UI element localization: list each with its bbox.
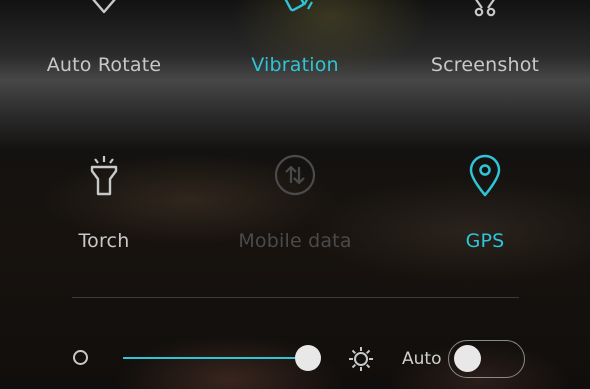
screenshot-label: Screenshot: [430, 54, 540, 76]
vibration-icon: [273, 0, 317, 26]
torch-icon: [82, 153, 126, 201]
toggle-knob: [454, 345, 481, 372]
auto-rotate-label: Auto Rotate: [46, 54, 162, 76]
auto-rotate-icon: [82, 0, 126, 26]
brightness-high-icon: [347, 345, 375, 377]
brightness-slider-fill: [123, 357, 309, 359]
torch-label: Torch: [78, 230, 130, 252]
screenshot-icon: [463, 0, 507, 26]
mobile-data-icon: [273, 153, 317, 201]
brightness-slider[interactable]: [123, 357, 309, 359]
gps-label: GPS: [465, 230, 505, 252]
mobile-data-label: Mobile data: [238, 230, 352, 252]
gps-icon: [463, 153, 507, 201]
auto-brightness-toggle[interactable]: [448, 340, 525, 378]
auto-brightness-label: Auto: [402, 349, 442, 369]
divider: [72, 297, 519, 298]
quick-settings-panel: Auto Rotate Vibration Screenshot Torch M…: [0, 0, 590, 389]
brightness-slider-thumb[interactable]: [295, 345, 321, 371]
vibration-label: Vibration: [251, 54, 339, 76]
brightness-low-icon: [73, 350, 88, 365]
